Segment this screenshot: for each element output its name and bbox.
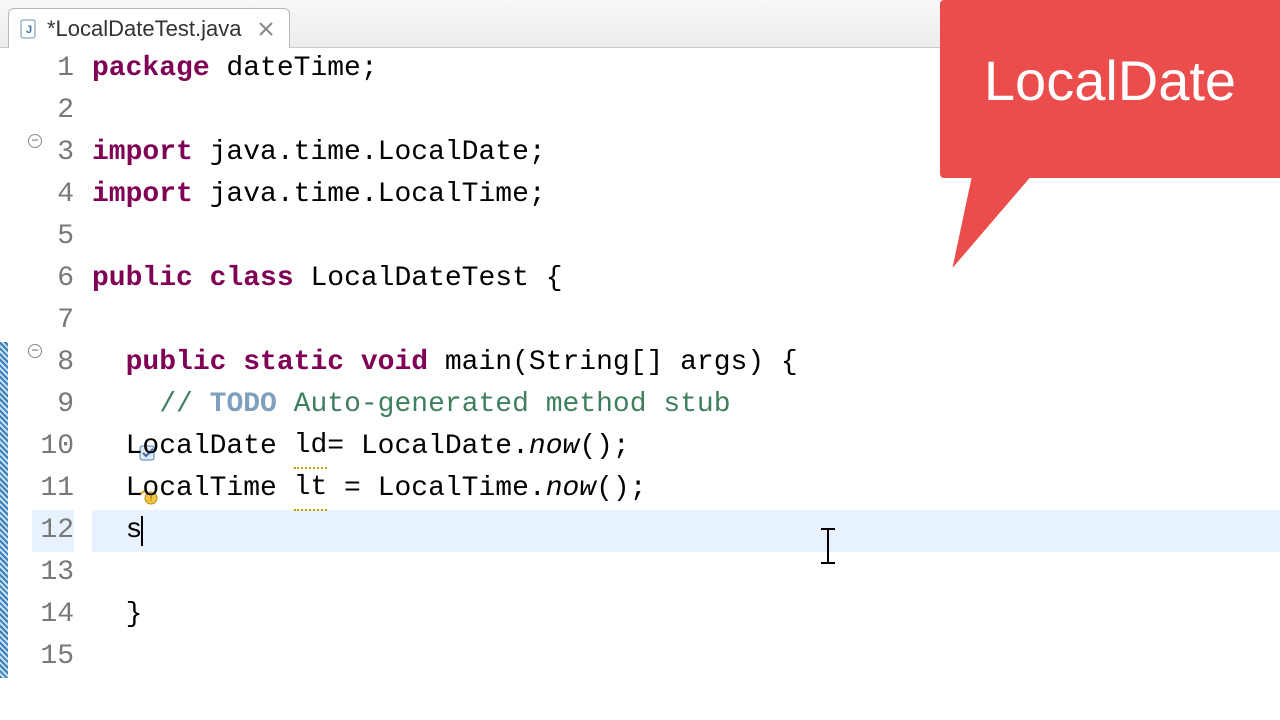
line-number: 9 [32,384,74,426]
java-file-icon: J [19,19,39,39]
ibeam-cursor-icon [827,528,829,564]
code-line: LocalTime lt = LocalTime.now(); [92,468,1280,510]
code-line: public class LocalDateTest { [92,258,1280,300]
line-number: 15 [32,636,74,678]
tab-label: *LocalDateTest.java [47,16,241,42]
task-marker-icon[interactable] [4,394,24,414]
line-number: 4 [32,174,74,216]
text-cursor-icon [141,516,143,546]
warning-marker-icon[interactable]: ! [4,436,24,456]
callout-bubble: LocalDate [940,0,1280,178]
line-number: 7 [32,300,74,342]
code-line: } [92,594,1280,636]
line-number: 6 [32,258,74,300]
close-icon[interactable] [257,20,275,38]
editor-tab[interactable]: J *LocalDateTest.java [8,8,290,48]
line-number: 5 [32,216,74,258]
line-number: 1 [32,48,74,90]
warning-marker-icon[interactable]: ! [4,478,24,498]
line-number-gutter: 1 2 3 4 5 6 7 8 9 10 11 12 13 14 15 [32,48,82,720]
code-line [92,552,1280,594]
code-line: LocalDate ld= LocalDate.now(); [92,426,1280,468]
code-line: import java.time.LocalTime; [92,174,1280,216]
fold-handle-icon[interactable]: − [28,134,42,148]
marker-strip: − − ! ! [0,48,32,720]
line-number: 2 [32,90,74,132]
line-number: 14 [32,594,74,636]
code-line: public static void main(String[] args) { [92,342,1280,384]
code-line [92,636,1280,678]
code-line [92,216,1280,258]
code-line [92,300,1280,342]
fold-handle-icon[interactable]: − [28,344,42,358]
code-line: s [92,510,1280,552]
code-line: // TODO Auto-generated method stub [92,384,1280,426]
callout-title: LocalDate [984,48,1236,113]
svg-text:J: J [26,24,32,36]
